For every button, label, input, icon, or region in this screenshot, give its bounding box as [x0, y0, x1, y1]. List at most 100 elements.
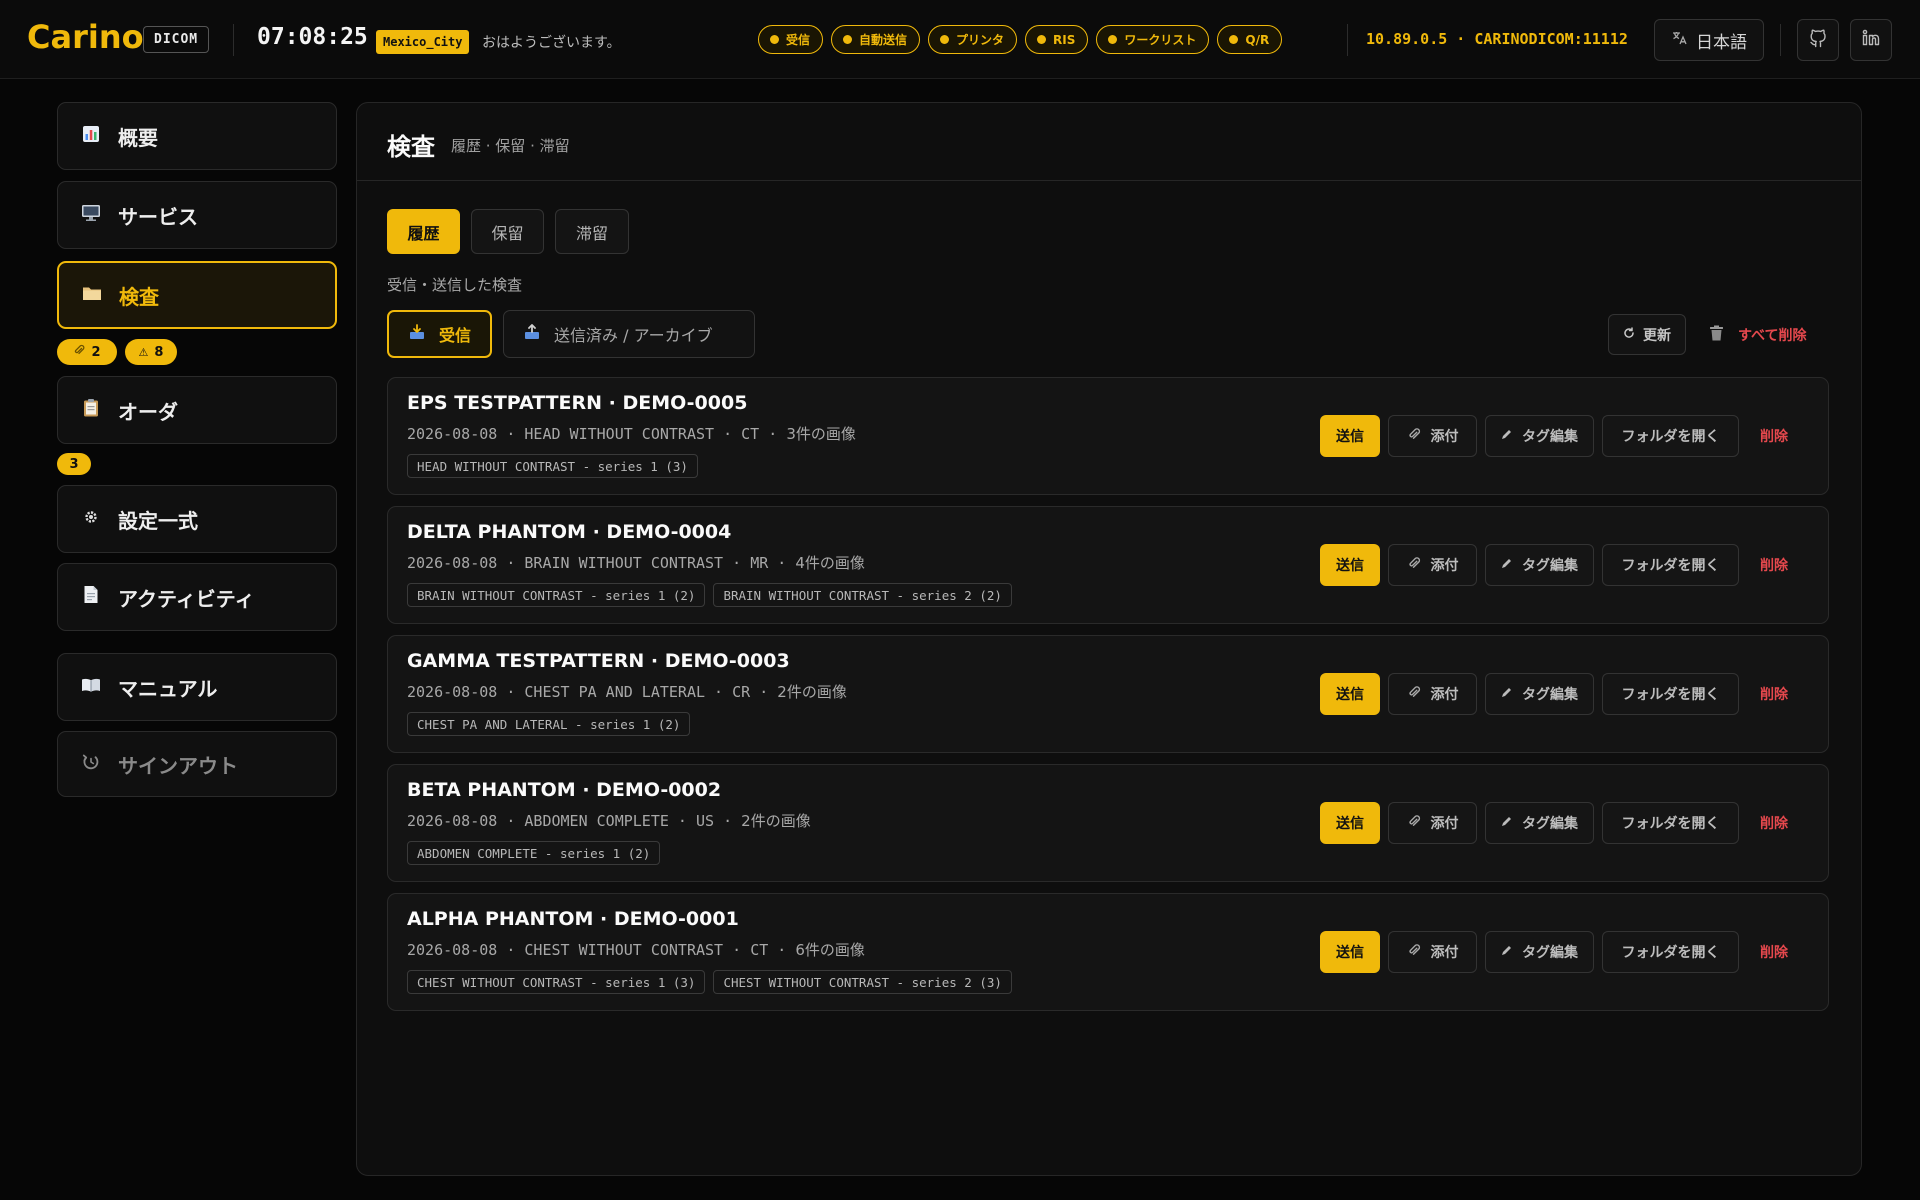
segment-history[interactable]: 履歴 [387, 209, 460, 254]
translate-icon [1671, 30, 1687, 50]
segment-hold[interactable]: 保留 [471, 209, 544, 254]
language-label: 日本語 [1696, 32, 1747, 53]
delete-button[interactable]: 削除 [1749, 931, 1799, 973]
study-description: HEAD WITHOUT CONTRAST [524, 425, 715, 443]
attach-label: 添付 [1430, 429, 1459, 445]
send-button[interactable]: 送信 [1320, 415, 1380, 457]
service-pill[interactable]: Q/R [1217, 25, 1283, 54]
edit-tags-button[interactable]: タグ編集 [1485, 673, 1594, 715]
linkedin-button[interactable] [1850, 19, 1892, 61]
series-tag: CHEST WITHOUT CONTRAST - series 2 (3) [713, 970, 1012, 994]
open-folder-button[interactable]: フォルダを開く [1602, 673, 1739, 715]
send-button[interactable]: 送信 [1320, 802, 1380, 844]
sidebar-item-settings[interactable]: 設定一式 [57, 485, 337, 553]
service-pill[interactable]: 受信 [758, 25, 824, 54]
study-image-count: 6件の画像 [795, 941, 865, 959]
warning-icon: ⚠ [138, 345, 149, 359]
meta-separator: · [768, 554, 796, 572]
attach-label: 添付 [1430, 945, 1459, 961]
sidebar-item-overview[interactable]: 概要 [57, 102, 337, 170]
sidebar-item-services[interactable]: サービス [57, 181, 337, 249]
meta-separator: · [750, 683, 778, 701]
refresh-label: 更新 [1643, 327, 1671, 344]
status-dot-icon [940, 35, 950, 44]
segment-description: 受信・送信した検査 [387, 276, 523, 294]
send-button[interactable]: 送信 [1320, 673, 1380, 715]
sidebar-item-signout[interactable]: サインアウト [57, 731, 337, 797]
divider [233, 24, 234, 56]
study-modality: MR [750, 554, 769, 572]
node-address: 10.89.0.5 · CARINODICOM:11112 [1366, 30, 1628, 48]
refresh-button[interactable]: 更新 [1608, 314, 1686, 355]
edit-tags-button[interactable]: タグ編集 [1485, 802, 1594, 844]
paperclip-icon [1407, 556, 1421, 574]
edit-tags-button[interactable]: タグ編集 [1485, 544, 1594, 586]
trash-icon [1709, 325, 1724, 345]
study-modality: US [696, 812, 715, 830]
attach-button[interactable]: 添付 [1388, 931, 1477, 973]
service-pill[interactable]: プリンタ [928, 25, 1018, 54]
sidebar-item-manual[interactable]: マニュアル [57, 653, 337, 721]
attach-button[interactable]: 添付 [1388, 415, 1477, 457]
edit-tags-button[interactable]: タグ編集 [1485, 415, 1594, 457]
open-folder-button[interactable]: フォルダを開く [1602, 544, 1739, 586]
attach-button[interactable]: 添付 [1388, 673, 1477, 715]
delete-button[interactable]: 削除 [1749, 544, 1799, 586]
page-subtitle: 履歴 · 保留 · 滞留 [451, 137, 570, 155]
delete-button[interactable]: 削除 [1749, 673, 1799, 715]
delete-button[interactable]: 削除 [1749, 415, 1799, 457]
language-button[interactable]: 日本語 [1654, 19, 1764, 61]
study-description: BRAIN WITHOUT CONTRAST [524, 554, 724, 572]
open-folder-button[interactable]: フォルダを開く [1602, 931, 1739, 973]
divider [1347, 24, 1348, 56]
attach-button[interactable]: 添付 [1388, 802, 1477, 844]
tab-label: 送信済み / アーカイブ [554, 326, 713, 345]
attach-label: 添付 [1430, 816, 1459, 832]
sidebar-item-label: 設定一式 [118, 508, 198, 533]
tab-received[interactable]: 受信 [387, 310, 492, 358]
linkedin-icon [1861, 28, 1881, 52]
study-meta: 2026-08-08 · CHEST WITHOUT CONTRAST · CT… [407, 939, 865, 960]
series-tag-list: ABDOMEN COMPLETE - series 1 (2) [407, 841, 661, 865]
github-button[interactable] [1797, 19, 1839, 61]
attach-button[interactable]: 添付 [1388, 544, 1477, 586]
service-pill[interactable]: 自動送信 [831, 25, 921, 54]
edit-tags-button[interactable]: タグ編集 [1485, 931, 1594, 973]
sidebar-item-orders[interactable]: オーダ [57, 376, 337, 444]
panel-header: 検査 履歴 · 保留 · 滞留 [357, 103, 1861, 181]
delete-button[interactable]: 削除 [1749, 802, 1799, 844]
tab-sent-archive[interactable]: 送信済み / アーカイブ [503, 310, 755, 358]
paperclip-icon [1407, 943, 1421, 961]
study-date: 2026-08-08 [407, 941, 498, 959]
meta-separator: · [723, 554, 751, 572]
paperclip-icon [73, 344, 85, 360]
study-image-count: 2件の画像 [777, 683, 847, 701]
send-button[interactable]: 送信 [1320, 544, 1380, 586]
page-title: 検査 [387, 133, 435, 161]
sidebar-item-activity[interactable]: アクティビティ [57, 563, 337, 631]
sidebar-item-exams[interactable]: 検査 [57, 261, 337, 329]
send-button[interactable]: 送信 [1320, 931, 1380, 973]
clock: 07:08:25 [257, 24, 368, 50]
service-pill[interactable]: ワークリスト [1096, 25, 1210, 54]
study-meta: 2026-08-08 · ABDOMEN COMPLETE · US · 2件の… [407, 810, 811, 831]
pencil-icon [1501, 557, 1512, 573]
series-tag: BRAIN WITHOUT CONTRAST - series 1 (2) [407, 583, 706, 607]
study-meta: 2026-08-08 · CHEST PA AND LATERAL · CR ·… [407, 681, 847, 702]
status-dot-icon [843, 35, 853, 44]
attach-label: 添付 [1430, 558, 1459, 574]
service-status-list: 受信 自動送信 プリンタ RIS ワークリスト Q/R [758, 25, 1283, 54]
delete-all-button[interactable]: すべて削除 [1709, 314, 1806, 355]
pencil-icon [1501, 944, 1512, 960]
document-icon [80, 585, 102, 609]
warning-count-badge: ⚠ 8 [125, 339, 177, 365]
series-tag-list: CHEST PA AND LATERAL - series 1 (2) [407, 712, 691, 736]
open-folder-button[interactable]: フォルダを開く [1602, 415, 1739, 457]
attachment-count: 2 [91, 344, 101, 360]
series-tag: BRAIN WITHOUT CONTRAST - series 2 (2) [713, 583, 1012, 607]
open-folder-button[interactable]: フォルダを開く [1602, 802, 1739, 844]
service-label: 受信 [786, 33, 811, 47]
study-meta: 2026-08-08 · BRAIN WITHOUT CONTRAST · MR… [407, 552, 865, 573]
service-pill[interactable]: RIS [1025, 25, 1089, 54]
segment-stalled[interactable]: 滞留 [555, 209, 629, 254]
